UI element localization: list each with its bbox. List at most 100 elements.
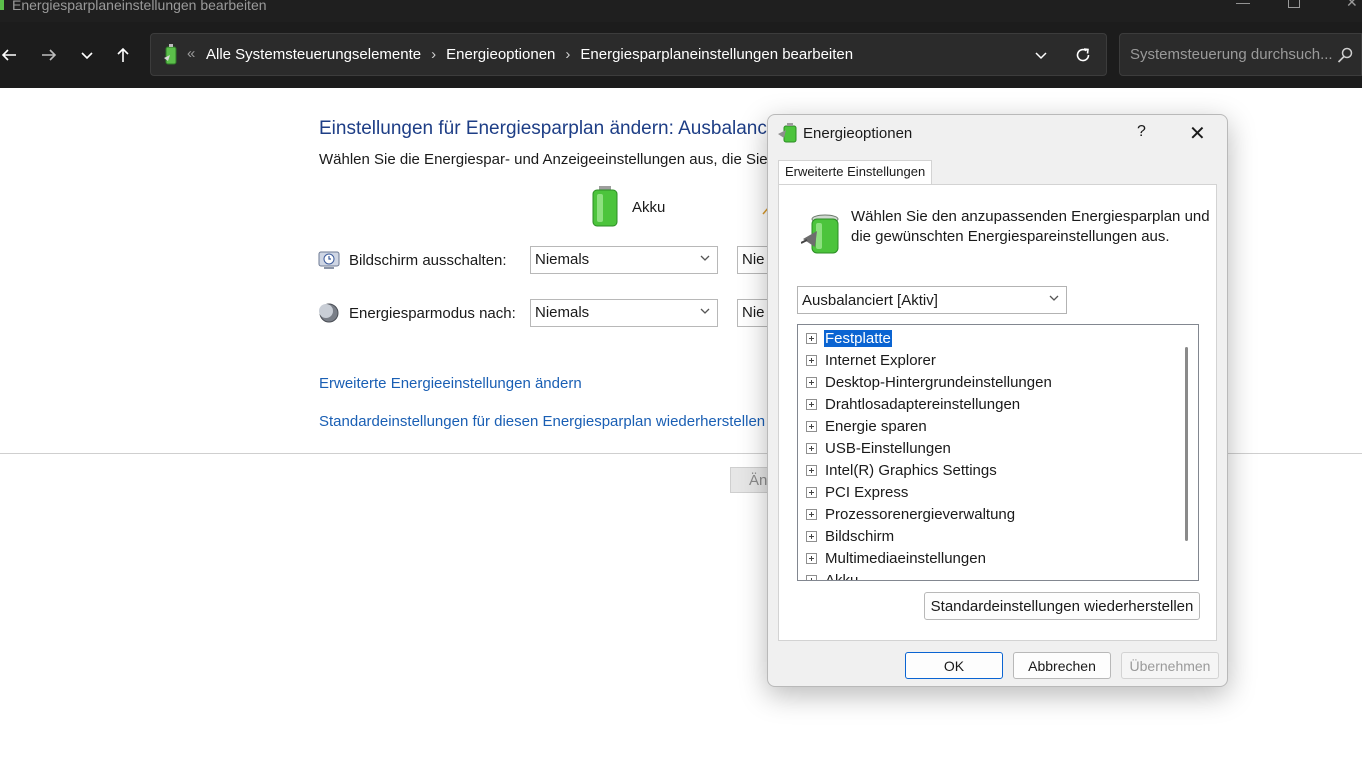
settings-tree[interactable]: Festplatte Internet Explorer Desktop-Hin… — [797, 324, 1199, 581]
search-icon — [1337, 47, 1353, 63]
tree-item-intel-graphics[interactable]: Intel(R) Graphics Settings — [806, 460, 998, 480]
tree-item-label: Energie sparen — [825, 417, 927, 435]
dialog-intro-text: Wählen Sie den anzupassenden Energiespar… — [851, 208, 1210, 245]
expand-icon[interactable] — [806, 508, 817, 520]
tree-item-label: Desktop-Hintergrundeinstellungen — [825, 373, 1052, 391]
battery-plug-icon — [164, 44, 177, 65]
apply-button[interactable]: Übernehmen — [1121, 652, 1219, 679]
address-bar[interactable]: « Alle Systemsteuerungselemente › Energi… — [150, 33, 1107, 76]
advanced-settings-panel: Wählen Sie den anzupassenden Energiespar… — [778, 184, 1217, 641]
refresh-icon[interactable] — [1074, 46, 1092, 64]
breadcrumb-systemsteuerung[interactable]: Alle Systemsteuerungselemente — [206, 46, 421, 63]
expand-icon[interactable] — [806, 552, 817, 564]
maximize-icon[interactable] — [1288, 0, 1300, 8]
power-options-icon — [778, 123, 797, 143]
breadcrumb-separator-icon: › — [565, 46, 571, 63]
expand-icon[interactable] — [806, 398, 817, 410]
sleep-plugged-value: Nie — [742, 304, 765, 321]
tree-item-label: Festplatte — [823, 328, 893, 348]
advanced-settings-link[interactable]: Erweiterte Energieeinstellungen ändern — [319, 375, 582, 392]
tree-item-label: Drahtlosadaptereinstellungen — [825, 395, 1021, 413]
breadcrumb-current[interactable]: Energiesparplaneinstellungen bearbeiten — [580, 46, 853, 63]
sleep-akku-value: Niemals — [535, 304, 590, 321]
tree-item-display[interactable]: Bildschirm — [806, 526, 895, 546]
ok-button[interactable]: OK — [905, 652, 1003, 679]
minimize-icon[interactable]: — — [1236, 0, 1250, 10]
search-placeholder: Systemsteuerung durchsuch... — [1130, 46, 1333, 63]
tree-item-pci-express[interactable]: PCI Express — [806, 482, 909, 502]
back-button[interactable] — [0, 40, 24, 70]
address-history-chevron-icon[interactable] — [1034, 49, 1048, 63]
tree-item-label: USB-Einstellungen — [825, 439, 951, 457]
tree-item-processor[interactable]: Prozessorenergieverwaltung — [806, 504, 1016, 524]
dialog-title: Energieoptionen — [803, 125, 913, 142]
sleep-akku-select[interactable]: Niemals — [530, 299, 718, 327]
moon-sleep-icon — [319, 303, 339, 323]
power-options-dialog: Energieoptionen ? ✕ Erweiterte Einstellu… — [767, 114, 1228, 687]
expand-icon[interactable] — [806, 442, 817, 454]
tree-item-label: Bildschirm — [825, 527, 895, 545]
cancel-button[interactable]: Abbrechen — [1013, 652, 1111, 679]
tab-advanced-settings[interactable]: Erweiterte Einstellungen — [778, 160, 933, 185]
monitor-clock-icon — [318, 251, 340, 269]
tree-item-label: Intel(R) Graphics Settings — [825, 461, 997, 479]
tree-item-sleep[interactable]: Energie sparen — [806, 416, 928, 436]
row-label-sleep: Energiesparmodus nach: — [349, 305, 516, 322]
restore-defaults-link[interactable]: Standardeinstellungen für diesen Energie… — [319, 413, 765, 430]
expand-icon[interactable] — [806, 486, 817, 498]
tree-item-usb[interactable]: USB-Einstellungen — [806, 438, 952, 458]
navigation-bar: « Alle Systemsteuerungselemente › Energi… — [0, 22, 1362, 88]
window-titlebar: Energiesparplaneinstellungen bearbeiten … — [0, 0, 1362, 22]
arrow-left-icon — [1, 49, 16, 61]
display-off-akku-select[interactable]: Niemals — [530, 246, 718, 274]
tree-item-label: Internet Explorer — [825, 351, 936, 369]
chevron-down-icon — [81, 52, 93, 60]
expand-icon[interactable] — [806, 420, 817, 432]
tree-item-akku[interactable]: Akku — [806, 570, 859, 581]
up-button[interactable] — [108, 40, 138, 70]
tree-item-label: Multimediaeinstellungen — [825, 549, 986, 567]
tree-item-internet-explorer[interactable]: Internet Explorer — [806, 350, 937, 370]
tree-scrollbar[interactable] — [1185, 347, 1188, 541]
battery-plan-icon — [801, 214, 839, 254]
expand-icon[interactable] — [806, 332, 817, 344]
column-header-akku: Akku — [632, 199, 666, 216]
search-input[interactable]: Systemsteuerung durchsuch... — [1119, 33, 1362, 76]
close-icon[interactable]: ✕ — [1189, 121, 1206, 146]
power-plan-value: Ausbalanciert [Aktiv] — [802, 292, 938, 309]
display-off-plugged-value: Nie — [742, 251, 765, 268]
page-description: Wählen Sie die Energiespar- und Anzeigee… — [319, 151, 776, 168]
app-icon — [0, 0, 4, 10]
tree-item-festplatte[interactable]: Festplatte — [806, 328, 893, 348]
row-label-display-off: Bildschirm ausschalten: — [349, 252, 507, 269]
restore-defaults-button[interactable]: Standardeinstellungen wiederherstellen — [924, 592, 1200, 620]
overflow-crumbs-icon[interactable]: « — [187, 45, 195, 62]
close-window-icon[interactable]: ✕ — [1346, 0, 1358, 11]
expand-icon[interactable] — [806, 574, 817, 580]
forward-button[interactable] — [34, 40, 64, 70]
chevron-down-icon — [700, 255, 710, 261]
tree-item-multimedia[interactable]: Multimediaeinstellungen — [806, 548, 987, 568]
chevron-down-icon — [1049, 295, 1059, 301]
expand-icon[interactable] — [806, 464, 817, 476]
display-off-akku-value: Niemals — [535, 251, 590, 268]
tree-item-desktop-background[interactable]: Desktop-Hintergrundeinstellungen — [806, 372, 1053, 392]
breadcrumb-energieoptionen[interactable]: Energieoptionen — [446, 46, 555, 63]
chevron-down-icon — [700, 308, 710, 314]
expand-icon[interactable] — [806, 376, 817, 388]
tree-item-label: Akku — [825, 571, 859, 581]
battery-icon — [592, 186, 618, 227]
tree-item-label: PCI Express — [825, 483, 909, 501]
help-icon[interactable]: ? — [1137, 123, 1146, 141]
window-title: Energiesparplaneinstellungen bearbeiten — [12, 0, 267, 13]
power-plan-select[interactable]: Ausbalanciert [Aktiv] — [797, 286, 1067, 314]
recent-locations-button[interactable] — [72, 40, 102, 70]
page-title: Einstellungen für Energiesparplan ändern… — [319, 118, 767, 139]
expand-icon[interactable] — [806, 354, 817, 366]
tree-item-label: Prozessorenergieverwaltung — [825, 505, 1016, 523]
arrow-up-icon — [117, 47, 129, 62]
tree-item-wireless-adapter[interactable]: Drahtlosadaptereinstellungen — [806, 394, 1021, 414]
expand-icon[interactable] — [806, 530, 817, 542]
arrow-right-icon — [42, 49, 57, 61]
breadcrumb-separator-icon: › — [431, 46, 437, 63]
